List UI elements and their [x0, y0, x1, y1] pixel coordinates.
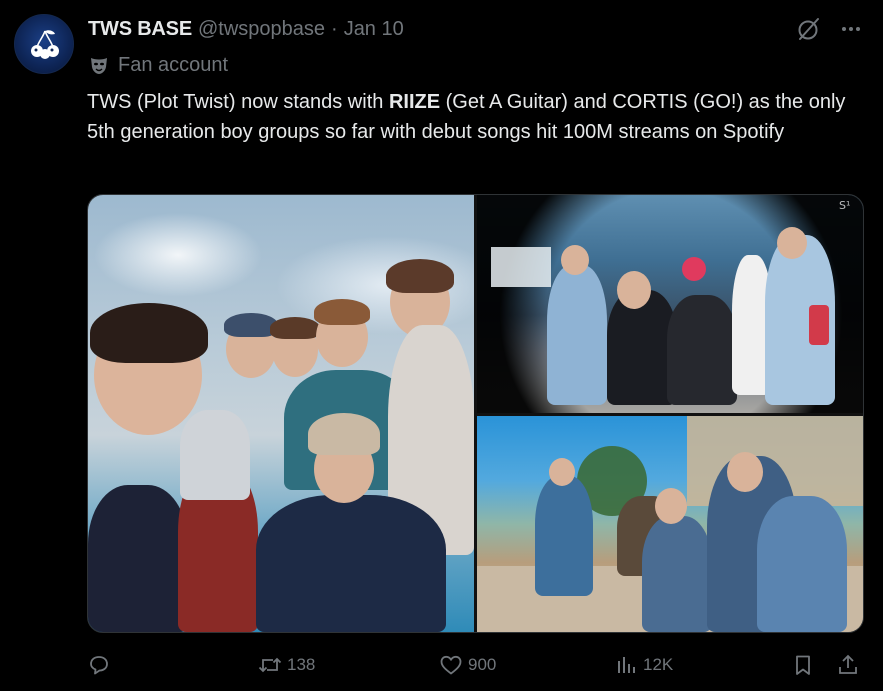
- author-name[interactable]: TWS BASE: [88, 18, 192, 41]
- tweet-text: TWS (Plot Twist) now stands with RIIZE (…: [87, 87, 867, 147]
- tweet-text-bold: RIIZE: [388, 91, 441, 113]
- account-label-text: Fan account: [118, 53, 229, 76]
- media-badge: S¹: [839, 199, 851, 212]
- tweet-header: TWS BASE @twspopbase · Jan 10: [88, 16, 404, 42]
- bookmark-icon: [796, 655, 810, 675]
- separator-dot: ·: [331, 17, 338, 40]
- like-button[interactable]: 900: [438, 648, 496, 682]
- action-bar: 138 900 12K: [87, 648, 867, 682]
- reply-button[interactable]: [87, 648, 111, 682]
- bookmark-button[interactable]: [791, 648, 815, 682]
- grok-icon[interactable]: [794, 14, 824, 44]
- more-icon[interactable]: [836, 14, 866, 44]
- share-icon: [839, 654, 857, 674]
- heart-icon: [440, 655, 462, 675]
- retweet-icon: [258, 657, 282, 673]
- tweet-text-part1: TWS (Plot Twist) now stands with: [87, 91, 389, 113]
- photo-1[interactable]: [88, 195, 474, 632]
- cherry-logo-icon: [31, 30, 59, 59]
- tweet-date[interactable]: Jan 10: [344, 18, 404, 41]
- mask-icon: [88, 54, 110, 76]
- views-count: 12K: [643, 655, 674, 674]
- author-handle[interactable]: @twspopbase: [198, 18, 325, 41]
- reply-icon: [90, 656, 108, 675]
- like-count: 900: [468, 655, 497, 674]
- photo-3[interactable]: [477, 416, 863, 632]
- tweet-card[interactable]: TWS BASE @twspopbase · Jan 10 Fan accoun…: [0, 0, 883, 691]
- retweet-button[interactable]: 138: [257, 648, 315, 682]
- avatar[interactable]: [14, 14, 74, 74]
- views-button[interactable]: 12K: [615, 648, 673, 682]
- share-button[interactable]: [836, 648, 860, 682]
- retweet-count: 138: [287, 655, 316, 674]
- views-icon: [618, 657, 635, 673]
- account-label[interactable]: Fan account: [88, 52, 228, 78]
- media-grid: S¹: [87, 194, 864, 633]
- photo-2[interactable]: S¹: [477, 195, 863, 413]
